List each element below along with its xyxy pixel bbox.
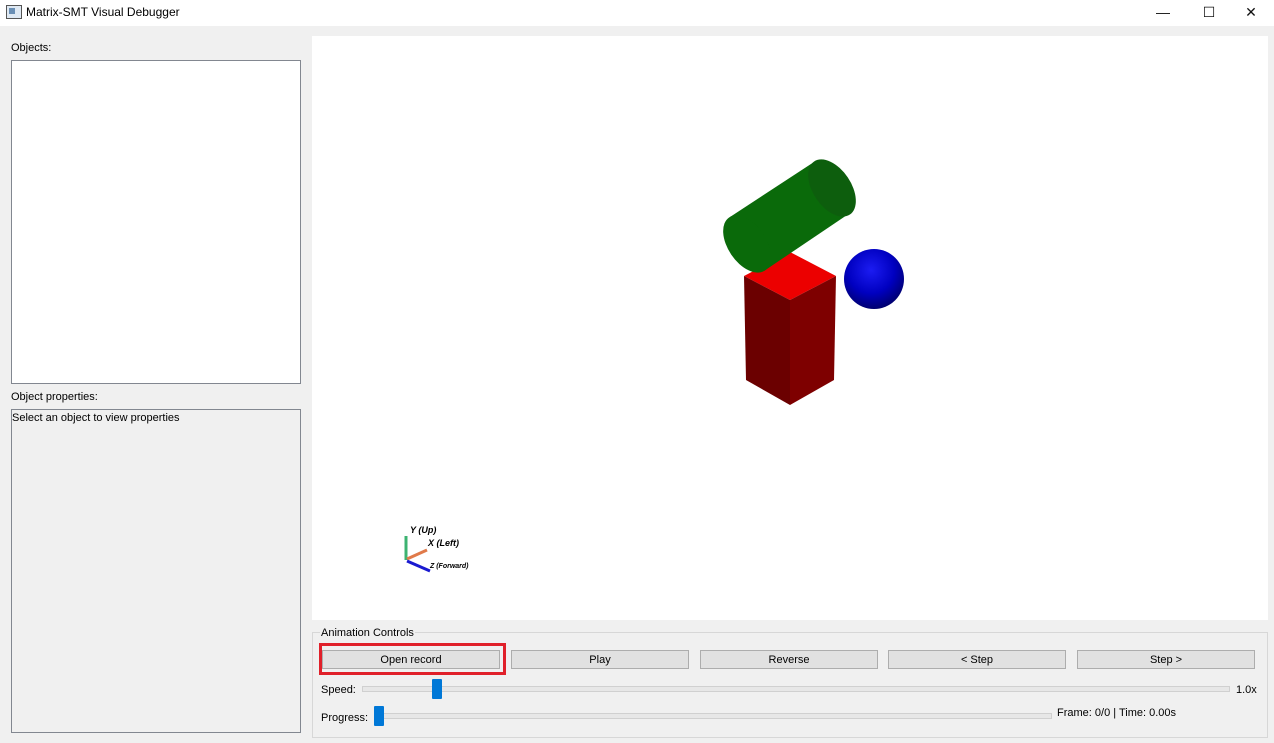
- step-back-button[interactable]: < Step: [888, 650, 1066, 669]
- objects-label: Objects:: [11, 42, 52, 54]
- red-box: [744, 252, 836, 405]
- x-axis-label: X (Left): [427, 538, 459, 548]
- y-axis-label: Y (Up): [410, 525, 436, 535]
- object-properties-label: Object properties:: [11, 391, 98, 403]
- scene-canvas: Y (Up) X (Left) Z (Forward): [404, 159, 904, 573]
- frame-time-readout: Frame: 0/0 | Time: 0.00s: [1057, 707, 1177, 719]
- maximize-button[interactable]: ☐: [1186, 0, 1232, 26]
- title-bar: Matrix-SMT Visual Debugger — ☐ ✕: [0, 0, 1274, 26]
- axes-gizmo: [404, 536, 431, 573]
- step-forward-button[interactable]: Step >: [1077, 650, 1255, 669]
- object-properties-panel[interactable]: Select an object to view properties: [11, 409, 301, 733]
- speed-slider-handle[interactable]: [432, 679, 442, 699]
- animation-controls-frame: [312, 632, 1268, 738]
- animation-controls: Animation Controls Open record Play Reve…: [312, 624, 1268, 738]
- objects-list[interactable]: [11, 60, 301, 384]
- speed-value: 1.0x: [1236, 684, 1257, 696]
- window-title: Matrix-SMT Visual Debugger: [26, 5, 180, 19]
- progress-slider-handle[interactable]: [374, 706, 384, 726]
- speed-label: Speed:: [321, 684, 356, 696]
- progress-slider-track[interactable]: [374, 713, 1052, 719]
- 3d-viewport[interactable]: Y (Up) X (Left) Z (Forward): [312, 36, 1268, 620]
- app-icon: [6, 5, 22, 19]
- reverse-button[interactable]: Reverse: [700, 650, 878, 669]
- open-record-button[interactable]: Open record: [322, 650, 500, 669]
- properties-placeholder: Select an object to view properties: [12, 412, 180, 424]
- close-button[interactable]: ✕: [1228, 0, 1274, 26]
- speed-slider-track[interactable]: [362, 686, 1230, 692]
- z-axis-label: Z (Forward): [429, 563, 469, 570]
- blue-sphere: [844, 249, 904, 309]
- progress-label: Progress:: [321, 712, 369, 724]
- play-button[interactable]: Play: [511, 650, 689, 669]
- minimize-button[interactable]: —: [1140, 0, 1186, 26]
- animation-controls-title: Animation Controls: [320, 627, 415, 639]
